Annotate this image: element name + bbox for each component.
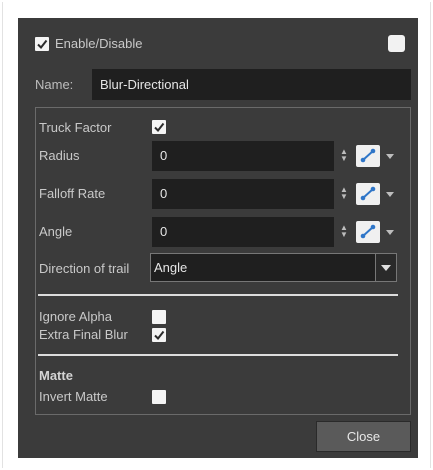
check-icon xyxy=(154,330,165,341)
radius-field[interactable]: 0 xyxy=(152,141,334,171)
radius-function-button[interactable] xyxy=(356,145,380,167)
function-curve-icon xyxy=(360,224,376,239)
color-swatch-button[interactable] xyxy=(388,35,405,52)
enable-checkbox[interactable] xyxy=(35,37,49,51)
matte-heading: Matte xyxy=(39,368,73,383)
falloff-menu-arrow-icon[interactable] xyxy=(386,192,394,197)
angle-function-button[interactable] xyxy=(356,221,380,243)
falloff-function-button[interactable] xyxy=(356,183,380,205)
radius-menu-arrow-icon[interactable] xyxy=(386,154,394,159)
effect-properties-dialog: Enable/Disable Name: Blur-Directional Tr… xyxy=(18,18,418,458)
angle-label: Angle xyxy=(39,224,73,239)
divider xyxy=(38,354,398,356)
falloff-field[interactable]: 0 xyxy=(152,179,334,209)
truck-factor-label: Truck Factor xyxy=(39,120,112,135)
angle-field[interactable]: 0 xyxy=(152,217,334,247)
direction-select[interactable]: Angle xyxy=(150,253,397,282)
enable-label: Enable/Disable xyxy=(55,36,143,51)
parameters-group: Truck Factor Radius 0 ▲ ▼ Falloff Rate 0 … xyxy=(35,107,411,415)
invert-matte-checkbox[interactable] xyxy=(152,390,166,404)
radius-label: Radius xyxy=(39,148,80,163)
chevron-down-icon xyxy=(381,265,391,271)
check-icon xyxy=(37,39,48,50)
direction-dropdown-button[interactable] xyxy=(375,254,396,281)
invert-matte-label: Invert Matte xyxy=(39,389,108,404)
check-icon xyxy=(154,122,165,133)
angle-menu-arrow-icon[interactable] xyxy=(386,230,394,235)
truck-factor-checkbox[interactable] xyxy=(152,120,166,134)
extra-final-blur-label: Extra Final Blur xyxy=(39,327,128,342)
ignore-alpha-checkbox[interactable] xyxy=(152,310,166,324)
angle-stepper[interactable]: ▲ ▼ xyxy=(339,224,349,240)
name-label: Name: xyxy=(35,77,74,92)
direction-select-value: Angle xyxy=(154,260,188,275)
ignore-alpha-label: Ignore Alpha xyxy=(39,309,113,324)
close-button[interactable]: Close xyxy=(316,421,411,452)
radius-stepper[interactable]: ▲ ▼ xyxy=(339,148,349,164)
direction-label: Direction of trail xyxy=(39,261,130,276)
divider xyxy=(38,294,398,296)
falloff-stepper[interactable]: ▲ ▼ xyxy=(339,186,349,202)
falloff-label: Falloff Rate xyxy=(39,186,106,201)
function-curve-icon xyxy=(360,186,376,201)
function-curve-icon xyxy=(360,148,376,163)
extra-final-blur-checkbox[interactable] xyxy=(152,328,166,342)
name-field[interactable]: Blur-Directional xyxy=(92,69,411,100)
